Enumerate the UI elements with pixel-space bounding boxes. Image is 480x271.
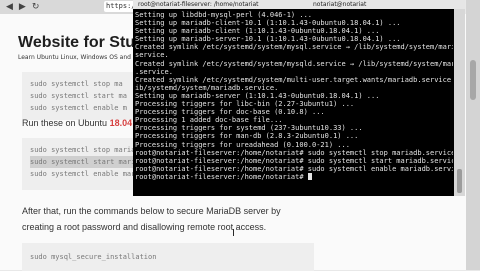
paragraph: creating a root password and disallowing… xyxy=(22,222,267,232)
terminal-line: Processing triggers for doc-base (0.10.8… xyxy=(135,108,325,117)
code-block: sudo mysql_secure_installation xyxy=(22,243,314,271)
paragraph: After that, run the commands below to se… xyxy=(22,206,281,216)
code-line-selected: sudo systemctl start mari xyxy=(30,156,145,168)
terminal-line: Processing 1 added doc-base file... xyxy=(135,116,283,125)
terminal-line: Setting up mariadb-client-10.1 (1:10.1.4… xyxy=(135,19,401,28)
code-line: sudo systemctl start ma xyxy=(30,92,127,100)
scrollbar-thumb[interactable] xyxy=(457,169,462,193)
reload-icon[interactable]: ↻ xyxy=(32,2,40,12)
scrollbar-thumb[interactable] xyxy=(470,60,476,100)
terminal-output[interactable]: Setting up libdbd-mysql-perl (4.046-1) .… xyxy=(135,11,453,196)
terminal-tab-root[interactable]: root@notariat-fileserver: /home/notariat xyxy=(138,0,259,9)
terminal-line: Setting up mariadb-server-10.1 (1:10.1.4… xyxy=(135,35,401,44)
terminal-line: root@notariat-fileserver:/home/notariat#… xyxy=(135,164,453,173)
code-line: sudo systemctl enable mar xyxy=(30,170,136,178)
code-line: sudo systemctl stop maria xyxy=(30,146,136,154)
terminal-line: service. xyxy=(135,51,169,60)
terminal-line: Created symlink /etc/systemd/system/mult… xyxy=(135,75,453,84)
ubuntu-instruction-text: Run these on Ubuntu xyxy=(22,118,110,128)
page-scrollbar[interactable] xyxy=(466,0,480,270)
terminal-tab-user[interactable]: notariat@notariat xyxy=(313,0,366,9)
terminal-prompt[interactable]: root@notariat-fileserver:/home/notariat# xyxy=(135,172,453,181)
terminal-line: Setting up libdbd-mysql-perl (4.046-1) .… xyxy=(135,11,313,19)
terminal-line: Setting up mariadb-server (1:10.1.43-0ub… xyxy=(135,91,380,100)
text-cursor-icon: Ⅰ xyxy=(232,228,235,239)
ubuntu-instruction: Run these on Ubuntu 18.04 xyxy=(22,118,132,128)
terminal-line: root@notariat-fileserver:/home/notariat#… xyxy=(135,156,453,165)
terminal-line: Setting up mariadb-client (1:10.1.43-0ub… xyxy=(135,27,380,36)
terminal-line: Processing triggers for man-db (2.8.3-2u… xyxy=(135,132,359,141)
forward-icon[interactable]: ▶ xyxy=(19,2,26,12)
ubuntu-version: 18.04 xyxy=(109,118,133,128)
terminal-line: .service. xyxy=(135,67,173,76)
terminal-window[interactable]: root@notariat-fileserver: /home/notariat… xyxy=(133,0,465,196)
terminal-line: root@notariat-fileserver:/home/notariat#… xyxy=(135,148,453,157)
terminal-line: Created symlink /etc/systemd/system/mysq… xyxy=(135,59,453,68)
terminal-line: Processing triggers for ureadahead (0.10… xyxy=(135,140,350,149)
code-line: sudo systemctl enable m xyxy=(30,104,127,112)
terminal-caret xyxy=(307,172,312,180)
prompt-text: root@notariat-fileserver:/home/notariat# xyxy=(135,172,308,181)
back-icon[interactable]: ◀ xyxy=(6,2,13,12)
terminal-scrollbar[interactable] xyxy=(454,9,465,196)
site-subtitle: Learn Ubuntu Linux, Windows OS and Ce xyxy=(18,54,141,61)
terminal-line: Created symlink /etc/systemd/system/mysq… xyxy=(135,43,453,52)
terminal-line: Processing triggers for systemd (237-3ub… xyxy=(135,124,363,133)
code-line: sudo systemctl stop ma xyxy=(30,80,123,88)
terminal-titlebar: root@notariat-fileserver: /home/notariat… xyxy=(133,0,465,9)
terminal-line: ib/systemd/system/mariadb.service. xyxy=(135,83,279,92)
terminal-line: Processing triggers for libc-bin (2.27-3… xyxy=(135,100,355,109)
code-line: sudo mysql_secure_installation xyxy=(30,253,157,261)
